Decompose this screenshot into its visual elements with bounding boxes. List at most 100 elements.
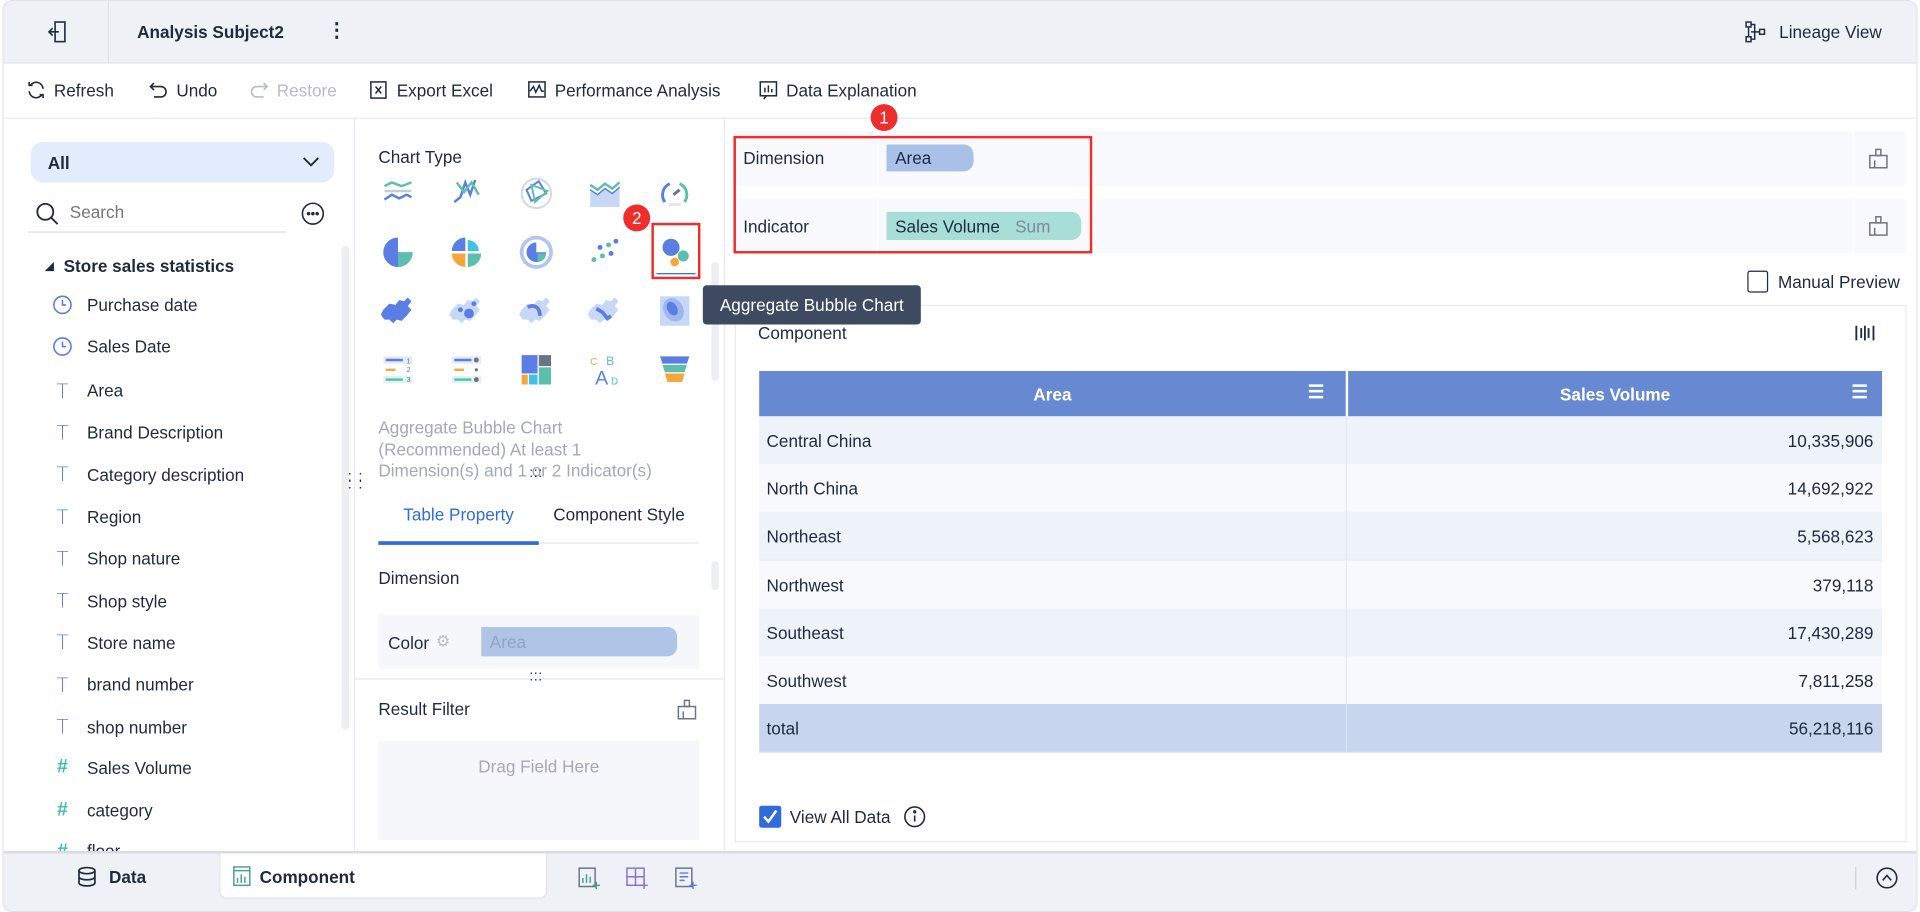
more-options-icon[interactable]: [301, 202, 325, 225]
pie-chart-icon[interactable]: [380, 234, 417, 271]
add-chart-component-icon[interactable]: [577, 866, 601, 890]
clear-indicator-icon[interactable]: [1869, 216, 1889, 237]
field-filter-select[interactable]: All: [30, 142, 335, 183]
info-icon[interactable]: [904, 806, 926, 828]
tab-data[interactable]: Data: [77, 866, 146, 888]
field-item[interactable]: T Area: [53, 379, 124, 402]
field-item[interactable]: Purchase date: [53, 295, 198, 315]
flow-map-icon[interactable]: [518, 293, 555, 330]
field-item[interactable]: Tbrand number: [53, 673, 193, 696]
color-field-chip[interactable]: Area: [481, 626, 678, 657]
radar-chart-icon[interactable]: [518, 175, 555, 212]
refresh-button[interactable]: Refresh: [26, 80, 114, 101]
cell-sales-volume: 379,118: [1812, 575, 1874, 595]
multi-line-chart-icon[interactable]: [448, 175, 485, 212]
redo-icon: [250, 82, 269, 98]
table-row[interactable]: Southwest 7,811,258: [759, 656, 1883, 706]
add-table-component-icon[interactable]: [624, 866, 648, 890]
annotation-badge-1: 1: [870, 104, 898, 132]
table-header: Area ☰ Sales Volume ☰: [759, 371, 1883, 417]
field-item[interactable]: T Shop nature: [53, 547, 180, 570]
table-row[interactable]: Northeast 5,568,623: [759, 512, 1883, 562]
resize-handle[interactable]: ··· ···: [529, 463, 542, 483]
checkbox-checked[interactable]: [759, 805, 782, 828]
resize-handle[interactable]: ··· ···: [529, 667, 542, 687]
gear-icon[interactable]: ⚙: [436, 632, 450, 652]
performance-analysis-button[interactable]: Performance Analysis: [527, 80, 720, 101]
filter-select-value: All: [47, 153, 70, 173]
table-row[interactable]: North China 14,692,922: [759, 464, 1883, 514]
field-item[interactable]: Tshop number: [53, 715, 187, 738]
column-header-area[interactable]: Area: [759, 384, 1346, 404]
filter-clear-icon[interactable]: [677, 699, 697, 720]
field-label: Shop style: [86, 590, 167, 611]
result-filter-dropzone[interactable]: Drag Field Here: [378, 740, 700, 841]
bubble-map-icon[interactable]: [448, 293, 485, 330]
lineage-view-button[interactable]: Lineage View: [1745, 21, 1882, 43]
search-field[interactable]: [28, 197, 287, 233]
rose-chart-icon[interactable]: [448, 234, 485, 271]
field-item[interactable]: # Sales Volume: [53, 757, 192, 779]
tab-component[interactable]: Component: [219, 853, 548, 899]
field-group-store-sales[interactable]: ◢ Store sales statistics: [45, 256, 234, 276]
view-all-data-checkbox[interactable]: View All Data: [759, 805, 926, 828]
column-header-sales-volume[interactable]: Sales Volume: [1348, 384, 1882, 404]
list-chart-icon[interactable]: [448, 351, 485, 388]
area-chart-icon[interactable]: [587, 175, 624, 212]
sort-ascending-icon[interactable]: ☰: [1308, 381, 1324, 403]
data-explanation-button[interactable]: Data Explanation: [758, 80, 917, 101]
heat-map-icon[interactable]: [587, 293, 624, 330]
refresh-label: Refresh: [53, 80, 114, 100]
map-chart-icon[interactable]: [380, 293, 417, 330]
field-label: category: [86, 800, 153, 820]
component-title: Component: [757, 323, 847, 343]
field-item[interactable]: T Shop style: [53, 589, 167, 612]
field-item[interactable]: T Region: [53, 505, 141, 529]
table-row[interactable]: Central China 10,335,906: [759, 416, 1883, 466]
donut-chart-icon[interactable]: [518, 234, 555, 271]
word-cloud-icon[interactable]: CBAD: [587, 351, 624, 390]
export-excel-button[interactable]: Export Excel: [369, 80, 493, 101]
comparison-line-chart-icon[interactable]: [380, 175, 417, 212]
number-field-icon: #: [56, 799, 68, 820]
selected-chart-highlight: [651, 222, 701, 280]
field-item[interactable]: # category: [53, 799, 153, 821]
svg-text:2: 2: [407, 365, 411, 374]
undo-button[interactable]: Undo: [148, 80, 217, 101]
exit-icon[interactable]: [45, 20, 69, 48]
property-scrollbar[interactable]: [711, 560, 719, 591]
search-input[interactable]: [67, 200, 281, 223]
resize-handle[interactable]: : :: :: [348, 469, 364, 491]
text-field-icon: T: [56, 505, 69, 529]
field-item[interactable]: T Brand Description: [53, 421, 223, 444]
tab-table-property[interactable]: Table Property: [378, 504, 538, 524]
clear-dimension-icon[interactable]: [1869, 148, 1889, 169]
funnel-chart-icon[interactable]: [656, 351, 693, 388]
field-item[interactable]: T Category description: [53, 463, 244, 486]
contour-map-icon[interactable]: [656, 293, 693, 330]
column-settings-icon[interactable]: [1854, 322, 1876, 344]
field-item[interactable]: T Store name: [53, 631, 175, 654]
gauge-chart-icon[interactable]: [656, 175, 693, 212]
field-label: Sales Volume: [86, 758, 192, 778]
cell-sales-volume: 7,811,258: [1798, 671, 1874, 691]
sort-icon[interactable]: ☰: [1851, 381, 1867, 403]
field-label: Sales Date: [86, 337, 171, 357]
field-item[interactable]: Sales Date: [53, 337, 171, 357]
more-menu-icon[interactable]: ⋮: [327, 18, 347, 42]
manual-preview-checkbox[interactable]: Manual Preview: [1747, 270, 1900, 293]
ranking-list-icon[interactable]: 123: [380, 351, 417, 388]
divider: [107, 1, 109, 63]
checkbox-box[interactable]: [1747, 270, 1769, 293]
lineage-view-label: Lineage View: [1779, 22, 1882, 42]
add-text-component-icon[interactable]: [673, 866, 697, 890]
dimension-section-label: Dimension: [378, 568, 460, 588]
table-row[interactable]: Southeast 17,430,289: [759, 608, 1883, 658]
treemap-icon[interactable]: [518, 351, 555, 388]
svg-text:C: C: [590, 357, 597, 368]
table-row[interactable]: Northwest 379,118: [759, 560, 1883, 610]
tab-component-style[interactable]: Component Style: [539, 504, 699, 524]
restore-button[interactable]: Restore: [249, 80, 337, 101]
collapse-up-icon[interactable]: [1876, 867, 1898, 889]
scatter-chart-icon[interactable]: [587, 234, 624, 271]
